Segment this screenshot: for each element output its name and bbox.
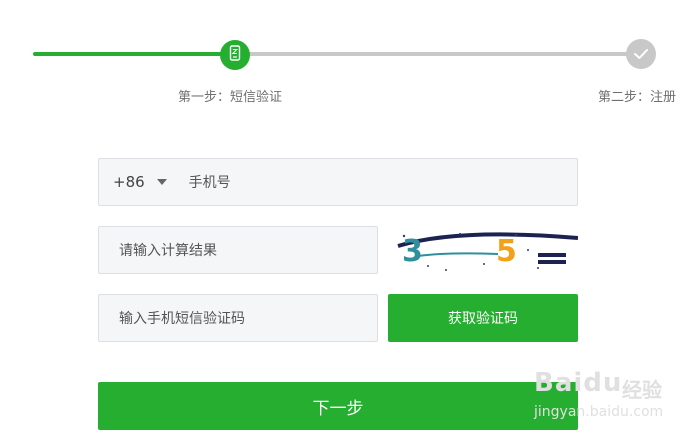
next-step-button[interactable]: 下一步 <box>98 382 578 430</box>
get-sms-code-button[interactable]: 获取验证码 <box>388 294 578 342</box>
step-2-label: 第二步：注册 <box>598 90 677 105</box>
phone-input[interactable]: +86 手机号 <box>98 158 578 206</box>
phone-icon <box>228 45 242 65</box>
step-2-indicator <box>626 39 656 69</box>
watermark-brand-cn: 经验 <box>622 378 662 402</box>
step-1-indicator <box>220 40 250 70</box>
captcha-image[interactable]: 3 5 = <box>388 226 578 274</box>
captcha-glyph: 5 <box>496 234 517 269</box>
captcha-answer-input[interactable]: 请输入计算结果 <box>98 226 378 274</box>
step-1-label: 第一步：短信验证 <box>178 90 283 105</box>
chevron-down-icon[interactable] <box>156 179 167 185</box>
captcha-placeholder: 请输入计算结果 <box>119 243 217 259</box>
progress-track-remaining <box>237 52 637 56</box>
country-code-select[interactable]: +86 <box>113 173 145 191</box>
sms-placeholder: 输入手机短信验证码 <box>119 311 245 327</box>
progress-track-completed <box>33 52 237 56</box>
phone-placeholder: 手机号 <box>188 175 231 191</box>
captcha-glyph: 3 <box>402 234 423 269</box>
sms-code-input[interactable]: 输入手机短信验证码 <box>98 294 378 342</box>
check-icon <box>633 45 649 64</box>
